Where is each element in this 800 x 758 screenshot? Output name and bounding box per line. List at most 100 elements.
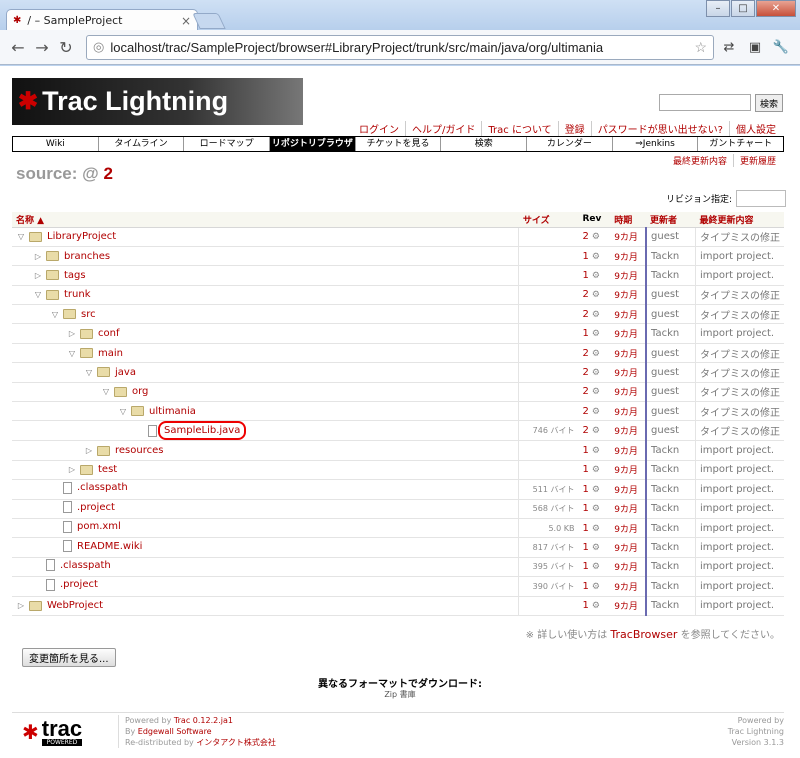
entry-rev-link[interactable]: 2 <box>582 289 588 300</box>
table-row[interactable]: ▽ org 2 ⚙ 9カ月 guest タイプミスの修正 <box>12 382 784 403</box>
entry-rev-link[interactable]: 2 <box>582 309 588 320</box>
entry-link[interactable]: .classpath <box>60 560 111 571</box>
entry-rev-link[interactable]: 1 <box>582 445 588 456</box>
column-header-change[interactable]: 最終更新内容 <box>695 212 784 228</box>
gear-icon[interactable]: ⚙ <box>592 562 600 572</box>
expanded-triangle-icon[interactable]: ▽ <box>67 349 77 358</box>
entry-age[interactable]: 9カ月 <box>610 576 648 597</box>
expanded-triangle-icon[interactable]: ▽ <box>33 290 43 299</box>
table-row[interactable]: ▽ src 2 ⚙ 9カ月 guest タイプミスの修正 <box>12 304 784 325</box>
table-row[interactable]: ▽ ultimania 2 ⚙ 9カ月 guest タイプミスの修正 <box>12 401 784 422</box>
entry-rev-link[interactable]: 1 <box>582 464 588 475</box>
revision-input[interactable] <box>736 190 786 207</box>
entry-link[interactable]: tags <box>64 270 86 281</box>
expanded-triangle-icon[interactable]: ▽ <box>50 310 60 319</box>
view-changes-button[interactable]: 変更箇所を見る... <box>22 648 116 667</box>
browser-tab[interactable]: ✱ / – SampleProject × <box>6 9 198 31</box>
entry-link[interactable]: .classpath <box>77 482 128 493</box>
expanded-triangle-icon[interactable]: ▽ <box>84 368 94 377</box>
gear-icon[interactable]: ⚙ <box>592 252 600 262</box>
gear-icon[interactable]: ⚙ <box>592 446 600 456</box>
entry-link[interactable]: org <box>132 386 148 397</box>
close-window-button[interactable]: ✕ <box>756 0 796 17</box>
entry-rev-link[interactable]: 1 <box>582 523 588 534</box>
entry-age[interactable]: 9カ月 <box>610 518 648 539</box>
entry-age[interactable]: 9カ月 <box>610 343 648 364</box>
minimize-button[interactable]: – <box>706 0 730 17</box>
entry-link[interactable]: java <box>115 367 136 378</box>
metanav-link[interactable]: ログイン <box>353 121 405 136</box>
entry-age[interactable]: 9カ月 <box>610 420 648 442</box>
metanav-link[interactable]: 登録 <box>557 121 591 136</box>
table-row[interactable]: .classpath 511 バイト 1 ⚙ 9カ月 Tackn import projec… <box>12 479 784 500</box>
collapsed-triangle-icon[interactable]: ▷ <box>67 329 77 338</box>
metanav-link[interactable]: パスワードが思い出せない? <box>590 121 729 136</box>
table-row[interactable]: ▽ java 2 ⚙ 9カ月 guest タイプミスの修正 <box>12 362 784 383</box>
entry-age[interactable]: 9カ月 <box>610 323 648 344</box>
address-bar[interactable]: ◎ localhost/trac/SampleProject/browser#L… <box>86 34 714 60</box>
column-header-author[interactable]: 更新者 <box>646 212 696 228</box>
table-row[interactable]: pom.xml 5.0 KB 1 ⚙ 9カ月 Tackn import project. <box>12 518 784 539</box>
expanded-triangle-icon[interactable]: ▽ <box>101 387 111 396</box>
extension-plug-icon[interactable]: ▣ <box>744 40 766 55</box>
column-header-age[interactable]: 時期 <box>610 212 647 228</box>
column-header-size[interactable]: サイズ <box>518 212 579 228</box>
gear-icon[interactable]: ⚙ <box>592 543 600 553</box>
table-row[interactable]: ▽ main 2 ⚙ 9カ月 guest タイプミスの修正 <box>12 343 784 364</box>
interact-link[interactable]: インタアクト株式会社 <box>196 738 276 747</box>
wrench-menu-icon[interactable]: 🔧 <box>770 40 792 55</box>
entry-link[interactable]: main <box>98 348 123 359</box>
entry-rev-link[interactable]: 1 <box>582 600 588 611</box>
entry-age[interactable]: 9カ月 <box>610 227 648 247</box>
entry-rev-link[interactable]: 2 <box>582 231 588 242</box>
entry-rev-link[interactable]: 2 <box>582 425 588 436</box>
entry-age[interactable]: 9カ月 <box>610 246 648 267</box>
entry-rev-link[interactable]: 1 <box>582 270 588 281</box>
entry-link[interactable]: WebProject <box>47 600 103 611</box>
mainnav-item[interactable]: タイムライン <box>97 137 184 151</box>
search-button[interactable]: 検索 <box>755 94 784 112</box>
entry-link[interactable]: README.wiki <box>77 541 142 552</box>
entry-rev-link[interactable]: 2 <box>582 386 588 397</box>
entry-age[interactable]: 9カ月 <box>610 596 648 616</box>
entry-link[interactable]: trunk <box>64 289 91 300</box>
entry-rev-link[interactable]: 1 <box>582 581 588 592</box>
entry-rev-link[interactable]: 1 <box>582 484 588 495</box>
expanded-triangle-icon[interactable]: ▽ <box>16 232 26 241</box>
entry-age[interactable]: 9カ月 <box>610 382 648 403</box>
entry-rev-link[interactable]: 2 <box>582 406 588 417</box>
column-header-name[interactable]: 名称 ▲ <box>12 212 519 228</box>
table-row[interactable]: SampleLib.java 746 バイト 2 ⚙ 9カ月 guest タイプミスの修正 <box>12 420 784 442</box>
table-row[interactable]: ▷ branches 1 ⚙ 9カ月 Tackn import project. <box>12 246 784 267</box>
table-row[interactable]: ▷ test 1 ⚙ 9カ月 Tackn import project. <box>12 460 784 481</box>
entry-rev-link[interactable]: 2 <box>582 348 588 359</box>
collapsed-triangle-icon[interactable]: ▷ <box>33 252 43 261</box>
table-row[interactable]: .classpath 395 バイト 1 ⚙ 9カ月 Tackn import projec… <box>12 557 784 578</box>
zip-archive-link[interactable]: Zip 書庫 <box>0 689 800 700</box>
entry-rev-link[interactable]: 1 <box>582 328 588 339</box>
entry-rev-link[interactable]: 1 <box>582 251 588 262</box>
gear-icon[interactable]: ⚙ <box>592 368 600 378</box>
revision-link[interactable]: 2 <box>103 164 112 183</box>
maximize-button[interactable]: □ <box>731 0 755 17</box>
search-input[interactable] <box>659 94 751 111</box>
gear-icon[interactable]: ⚙ <box>592 407 600 417</box>
tracbrowser-link[interactable]: TracBrowser <box>610 628 677 641</box>
entry-link[interactable]: test <box>98 464 117 475</box>
mainnav-item[interactable]: ロードマップ <box>183 137 269 151</box>
mainnav-item[interactable]: カレンダー <box>526 137 612 151</box>
mainnav-item[interactable]: ⇒Jenkins <box>611 137 698 151</box>
entry-age[interactable]: 9カ月 <box>610 479 648 500</box>
gear-icon[interactable]: ⚙ <box>592 387 600 397</box>
entry-age[interactable]: 9カ月 <box>610 401 648 422</box>
entry-age[interactable]: 9カ月 <box>610 499 648 519</box>
mainnav-item[interactable]: チケットを見る <box>354 137 441 151</box>
entry-age[interactable]: 9カ月 <box>610 265 648 286</box>
bookmark-star-icon[interactable]: ☆ <box>694 39 707 56</box>
mainnav-item[interactable]: ガントチャート <box>697 137 783 151</box>
trac-lightning-logo[interactable]: ✱ Trac Lightning <box>12 78 303 125</box>
entry-link[interactable]: SampleLib.java <box>158 421 247 441</box>
ctxnav-link[interactable]: 更新履歴 <box>732 154 782 167</box>
gear-icon[interactable]: ⚙ <box>592 271 600 281</box>
forward-arrow-icon[interactable]: → <box>30 38 54 57</box>
